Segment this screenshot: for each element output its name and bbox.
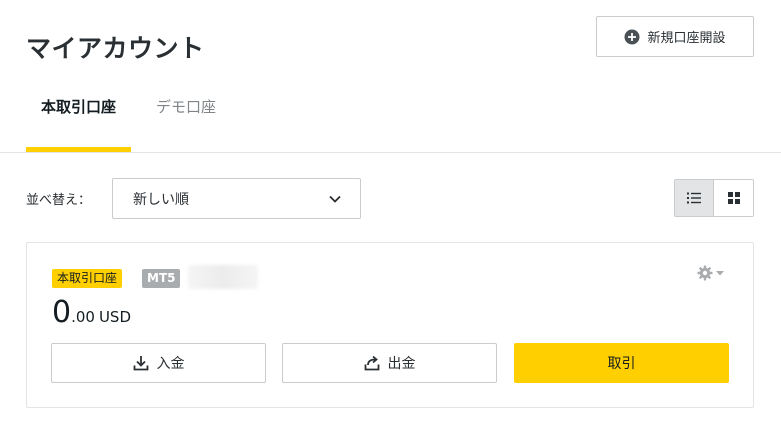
- deposit-label: 入金: [156, 356, 185, 372]
- account-card: 本取引口座 MT5 0.00 USD 入金 出金 取引: [26, 242, 754, 408]
- withdraw-label: 出金: [387, 356, 416, 372]
- chevron-down-icon: [329, 195, 341, 203]
- balance-decimal: .00: [71, 308, 95, 326]
- deposit-button[interactable]: 入金: [51, 343, 266, 383]
- page-title: マイアカウント: [26, 34, 205, 63]
- platform-badge: MT5: [142, 269, 181, 288]
- sort-label: 並べ替え：: [26, 193, 92, 208]
- view-toggle: [674, 179, 754, 217]
- caret-down-icon: [716, 271, 724, 276]
- new-account-button[interactable]: 新規口座開設: [596, 16, 754, 57]
- account-balance: 0.00 USD: [52, 295, 131, 330]
- list-view-button[interactable]: [675, 180, 715, 216]
- tab-real-account[interactable]: 本取引口座: [26, 88, 132, 152]
- balance-currency: USD: [98, 308, 132, 326]
- account-settings-button[interactable]: [697, 265, 724, 281]
- sort-selected-value: 新しい順: [133, 191, 189, 208]
- trade-button[interactable]: 取引: [514, 343, 729, 383]
- sort-select[interactable]: 新しい順: [112, 178, 361, 219]
- gear-icon: [697, 265, 713, 281]
- tabs-divider: [0, 152, 781, 153]
- new-account-label: 新規口座開設: [647, 31, 726, 46]
- my-account-page: マイアカウント 新規口座開設 本取引口座 デモ口座 並べ替え： 新しい順 本取引…: [0, 0, 781, 432]
- plus-circle-icon: [624, 29, 640, 44]
- withdraw-button[interactable]: 出金: [282, 343, 497, 383]
- grid-icon: [727, 192, 740, 204]
- trade-label: 取引: [607, 356, 636, 372]
- share-arrow-icon: [364, 355, 379, 371]
- account-type-badge: 本取引口座: [52, 269, 123, 288]
- balance-integer: 0: [52, 295, 72, 330]
- tab-demo-account[interactable]: デモ口座: [141, 88, 231, 152]
- download-icon: [133, 356, 148, 371]
- grid-view-button[interactable]: [714, 180, 753, 216]
- account-number-masked: [188, 265, 258, 289]
- list-icon: [687, 192, 701, 204]
- account-tabs: 本取引口座 デモ口座: [26, 88, 231, 152]
